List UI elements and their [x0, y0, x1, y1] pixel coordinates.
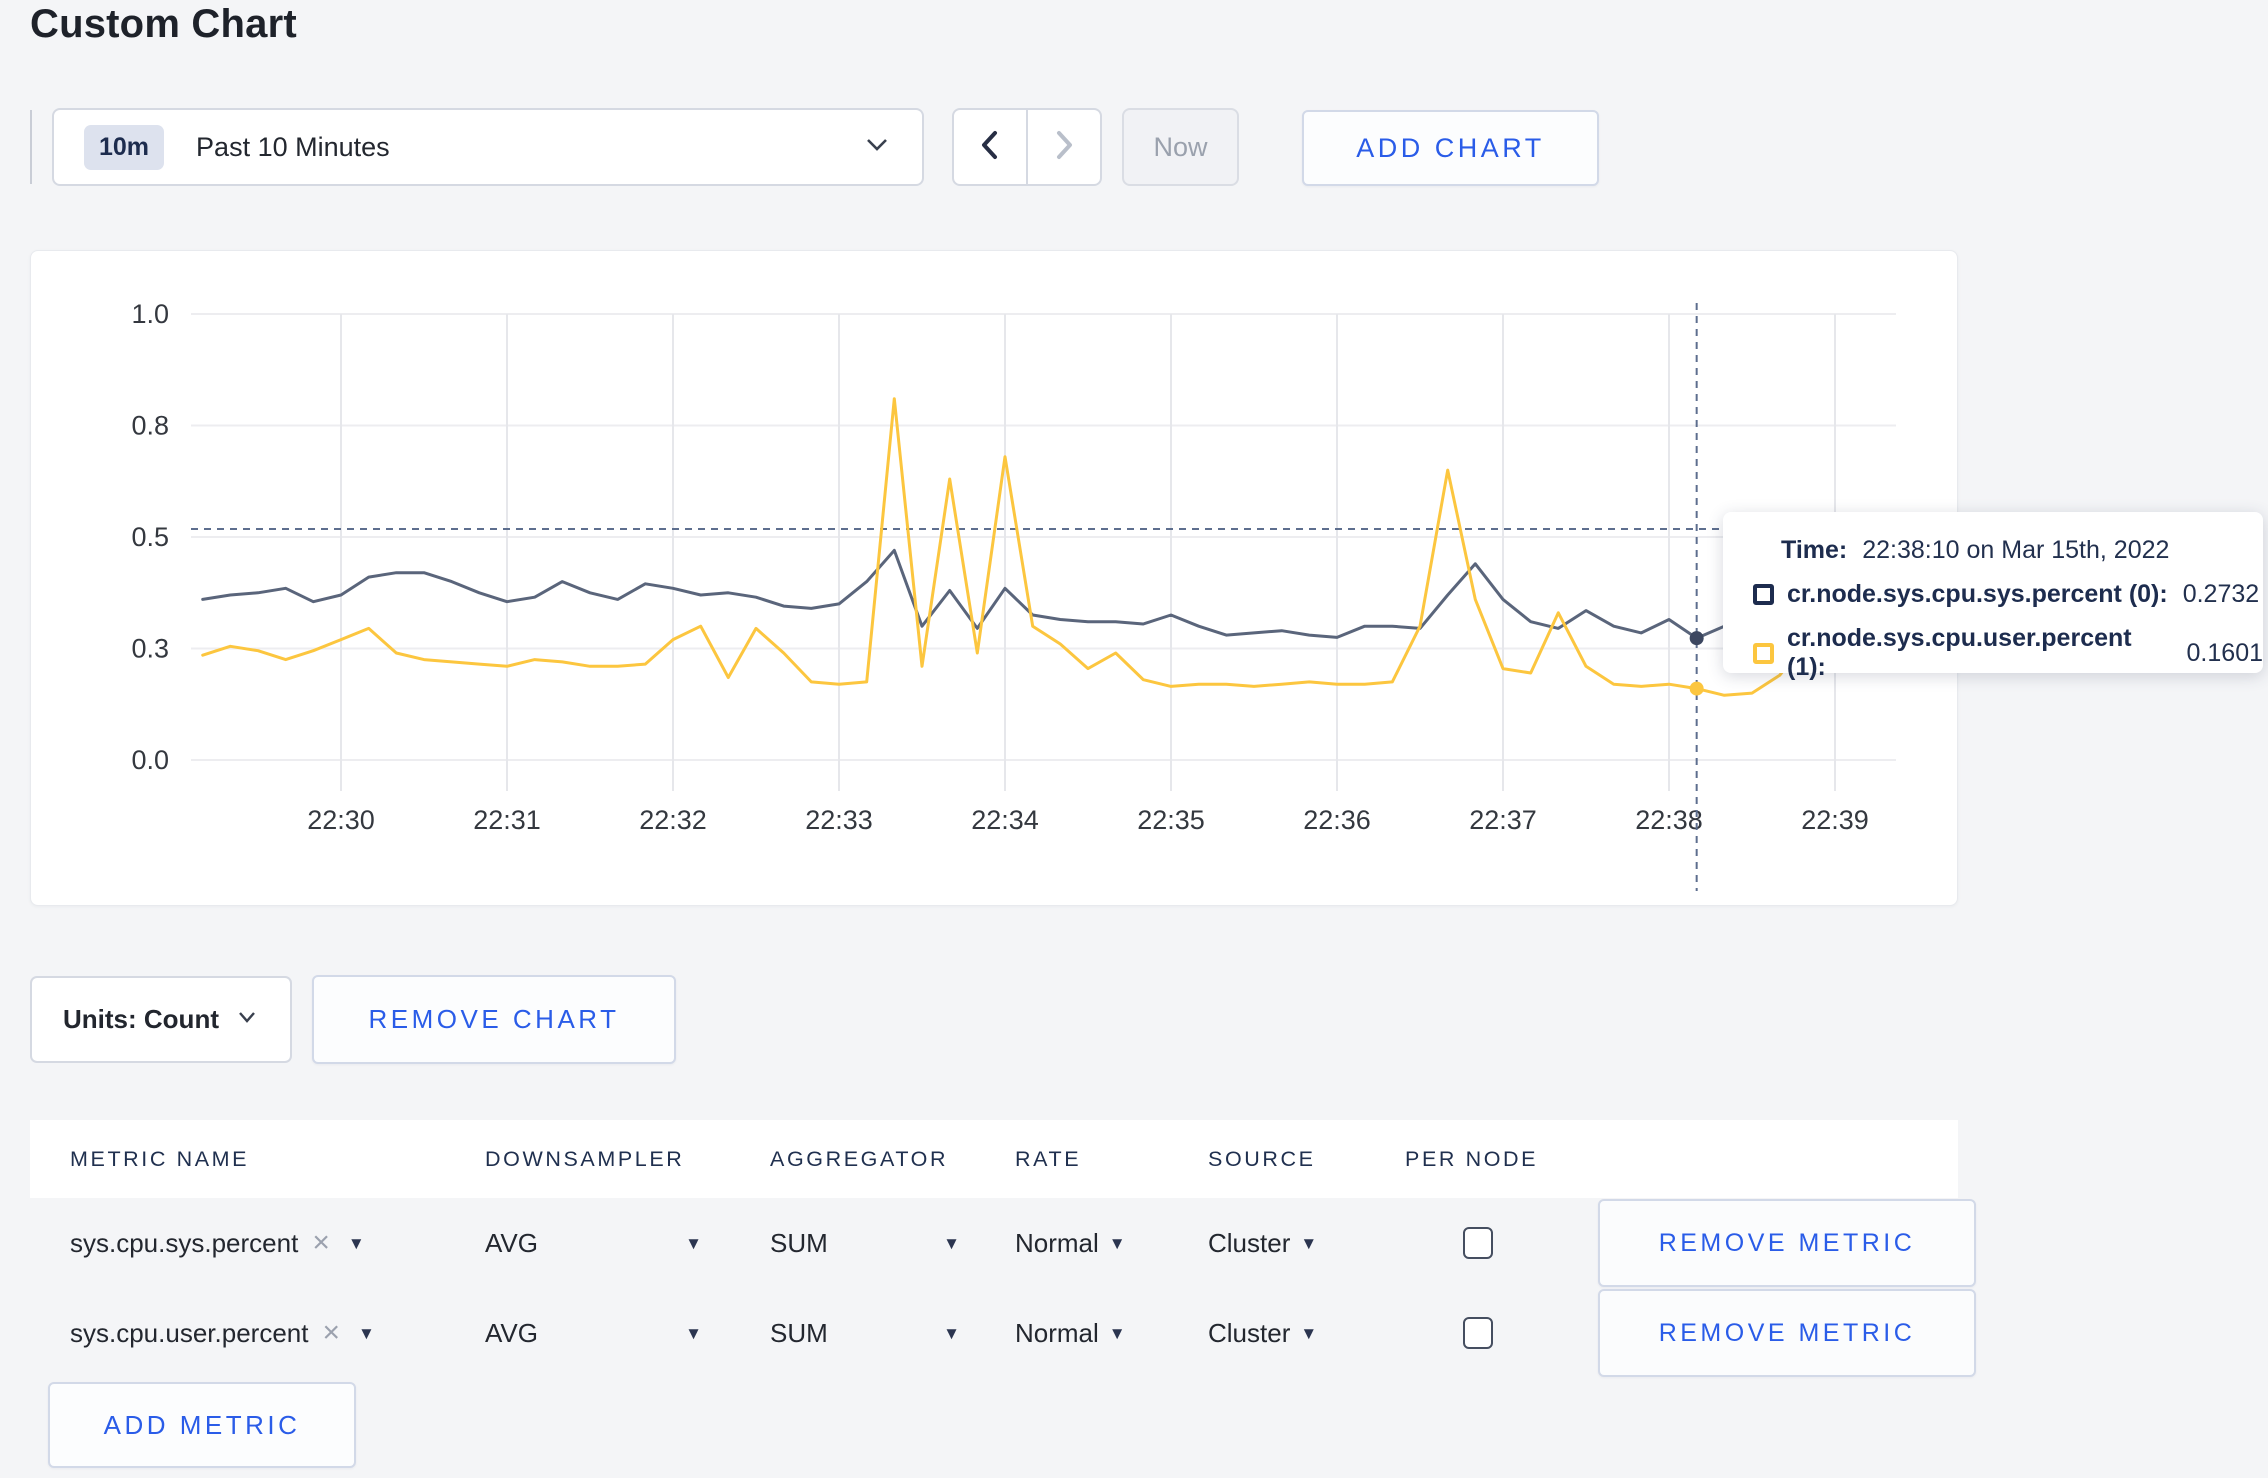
prev-time-button[interactable] — [954, 110, 1028, 184]
tooltip-sys-label: cr.node.sys.cpu.sys.percent (0): — [1787, 580, 2168, 608]
chevron-down-icon — [862, 135, 892, 160]
svg-text:22:35: 22:35 — [1137, 805, 1205, 835]
user-series-swatch-icon — [1753, 642, 1774, 664]
clear-metric-icon[interactable]: × — [312, 1228, 330, 1258]
dropdown-caret-icon: ▼ — [685, 1323, 702, 1343]
source-select[interactable]: Cluster ▼ — [1208, 1228, 1405, 1259]
dropdown-caret-icon: ▼ — [1108, 1323, 1126, 1343]
rate-value: Normal — [1015, 1227, 1099, 1258]
next-time-button[interactable] — [1028, 110, 1100, 184]
chart-tooltip: Time: 22:38:10 on Mar 15th, 2022 cr.node… — [1723, 512, 2263, 681]
aggregator-select[interactable]: SUM ▼ — [770, 1318, 1015, 1349]
downsampler-select[interactable]: AVG ▼ — [485, 1228, 770, 1259]
source-value: Cluster — [1208, 1227, 1291, 1258]
source-value: Cluster — [1208, 1317, 1291, 1348]
aggregator-select[interactable]: SUM ▼ — [770, 1228, 1015, 1259]
metric-name-value: sys.cpu.sys.percent — [70, 1227, 299, 1258]
header-aggregator: AGGREGATOR — [770, 1146, 949, 1171]
aggregator-value: SUM — [770, 1227, 828, 1258]
chevron-down-icon — [235, 1009, 259, 1030]
dropdown-caret-icon: ▼ — [1108, 1233, 1126, 1253]
add-metric-button[interactable]: ADD METRIC — [48, 1382, 356, 1468]
downsampler-value: AVG — [485, 1317, 538, 1348]
time-step-group — [952, 108, 1102, 186]
clear-metric-icon[interactable]: × — [322, 1318, 340, 1348]
chevron-left-icon — [977, 128, 1003, 167]
sys-series-swatch-icon — [1753, 584, 1774, 605]
page-title: Custom Chart — [30, 2, 297, 46]
time-range-badge: 10m — [84, 124, 165, 170]
header-source: SOURCE — [1208, 1146, 1316, 1171]
header-rate: RATE — [1015, 1146, 1082, 1171]
toolbar-divider — [30, 110, 32, 184]
header-downsampler: DOWNSAMPLER — [485, 1146, 685, 1171]
rate-select[interactable]: Normal ▼ — [1015, 1228, 1208, 1259]
dropdown-caret-icon: ▼ — [685, 1233, 702, 1253]
metric-name-value: sys.cpu.user.percent — [70, 1317, 309, 1348]
svg-text:0.0: 0.0 — [131, 745, 169, 775]
custom-chart-page: Custom Chart 10m Past 10 Minutes Now ADD… — [0, 0, 2268, 1478]
svg-text:22:34: 22:34 — [971, 805, 1039, 835]
dropdown-caret-icon: ▼ — [358, 1323, 375, 1343]
remove-metric-button[interactable]: REMOVE METRIC — [1598, 1199, 1976, 1287]
header-per-node: PER NODE — [1405, 1146, 1539, 1171]
tooltip-user-label: cr.node.sys.cpu.user.percent (1): — [1787, 624, 2132, 681]
dropdown-caret-icon: ▼ — [943, 1323, 960, 1343]
svg-text:22:37: 22:37 — [1469, 805, 1537, 835]
remove-chart-button[interactable]: REMOVE CHART — [312, 975, 676, 1064]
chart-card: 0.0 0.3 0.5 0.8 1.0 22:30 22:31 22:32 22:33 22:34… — [30, 250, 1958, 906]
per-node-checkbox[interactable] — [1463, 1317, 1493, 1349]
svg-text:22:39: 22:39 — [1801, 805, 1869, 835]
aggregator-value: SUM — [770, 1317, 828, 1348]
tooltip-time-value: 22:38:10 on Mar 15th, 2022 — [1862, 536, 2170, 564]
svg-text:22:31: 22:31 — [473, 805, 541, 835]
downsampler-select[interactable]: AVG ▼ — [485, 1318, 770, 1349]
metric-name-select[interactable]: sys.cpu.user.percent × ▼ — [70, 1318, 485, 1349]
time-range-select[interactable]: 10m Past 10 Minutes — [52, 108, 924, 186]
tooltip-time-label: Time: — [1781, 536, 1848, 564]
downsampler-value: AVG — [485, 1227, 538, 1258]
tooltip-user-value: 0.1601 — [2186, 638, 2263, 667]
dropdown-caret-icon: ▼ — [1300, 1323, 1318, 1343]
svg-text:22:36: 22:36 — [1303, 805, 1371, 835]
units-select[interactable]: Units: Count — [30, 976, 292, 1063]
tooltip-sys-value: 0.2732 — [2182, 580, 2260, 608]
svg-text:22:30: 22:30 — [307, 805, 375, 835]
dropdown-caret-icon: ▼ — [347, 1233, 365, 1253]
chevron-right-icon — [1051, 128, 1077, 167]
now-button[interactable]: Now — [1122, 108, 1239, 186]
dropdown-caret-icon: ▼ — [1300, 1233, 1318, 1253]
units-label: Units: Count — [63, 1004, 219, 1034]
svg-text:0.8: 0.8 — [131, 411, 169, 441]
add-chart-button[interactable]: ADD CHART — [1302, 110, 1599, 186]
rate-select[interactable]: Normal ▼ — [1015, 1318, 1208, 1349]
svg-text:22:38: 22:38 — [1635, 805, 1703, 835]
cpu-usage-chart[interactable]: 0.0 0.3 0.5 0.8 1.0 22:30 22:31 22:32 22:33 22:34… — [31, 251, 1959, 907]
dropdown-caret-icon: ▼ — [943, 1233, 960, 1253]
svg-text:0.5: 0.5 — [131, 522, 169, 552]
rate-value: Normal — [1015, 1317, 1099, 1348]
time-range-label: Past 10 Minutes — [196, 131, 390, 162]
per-node-checkbox[interactable] — [1463, 1227, 1493, 1259]
source-select[interactable]: Cluster ▼ — [1208, 1318, 1405, 1349]
table-row: sys.cpu.user.percent × ▼ AVG ▼ SUM ▼ Nor… — [30, 1288, 1976, 1378]
table-row: sys.cpu.sys.percent × ▼ AVG ▼ SUM ▼ Norm… — [30, 1198, 1976, 1288]
svg-text:22:32: 22:32 — [639, 805, 707, 835]
header-metric-name: METRIC NAME — [70, 1146, 250, 1171]
svg-text:0.3: 0.3 — [131, 634, 169, 664]
svg-text:22:33: 22:33 — [805, 805, 873, 835]
metrics-table-header: METRIC NAME DOWNSAMPLER AGGREGATOR RATE … — [30, 1120, 1958, 1198]
metric-name-select[interactable]: sys.cpu.sys.percent × ▼ — [70, 1228, 485, 1259]
svg-text:1.0: 1.0 — [131, 299, 169, 329]
remove-metric-button[interactable]: REMOVE METRIC — [1598, 1289, 1976, 1377]
